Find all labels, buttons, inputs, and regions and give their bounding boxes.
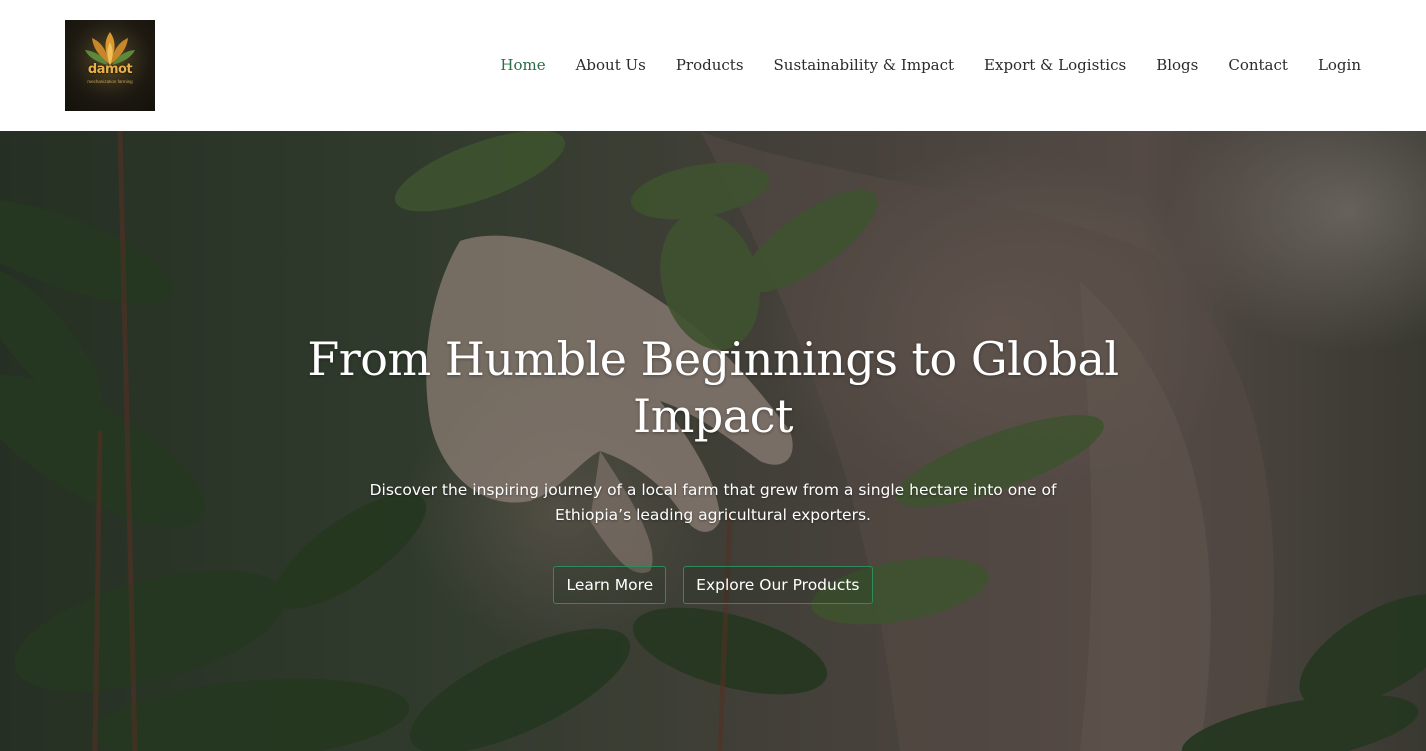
explore-products-button[interactable]: Explore Our Products [683, 566, 873, 604]
hero-buttons: Learn More Explore Our Products [0, 566, 1426, 604]
logo[interactable]: damot mechanization farming [65, 20, 155, 111]
nav-products[interactable]: Products [661, 52, 759, 78]
nav-blogs[interactable]: Blogs [1141, 52, 1213, 78]
nav-login[interactable]: Login [1303, 52, 1361, 78]
logo-tagline: mechanization farming [87, 79, 133, 84]
nav-contact[interactable]: Contact [1213, 52, 1303, 78]
hero-subtitle: Discover the inspiring journey of a loca… [369, 481, 1057, 524]
main-nav: Home About Us Products Sustainability & … [485, 52, 1361, 78]
hero-title: From Humble Beginnings to Global Impact [307, 332, 1119, 443]
hero-content: From Humble Beginnings to Global Impact … [0, 131, 1426, 751]
site-header: damot mechanization farming Home About U… [0, 0, 1426, 131]
nav-sustainability-impact[interactable]: Sustainability & Impact [759, 52, 970, 78]
nav-about-us[interactable]: About Us [561, 52, 661, 78]
nav-home[interactable]: Home [485, 52, 560, 78]
learn-more-button[interactable]: Learn More [553, 566, 667, 604]
hero-section: From Humble Beginnings to Global Impact … [0, 131, 1426, 751]
nav-export-logistics[interactable]: Export & Logistics [969, 52, 1141, 78]
logo-wordmark: damot [87, 62, 133, 77]
